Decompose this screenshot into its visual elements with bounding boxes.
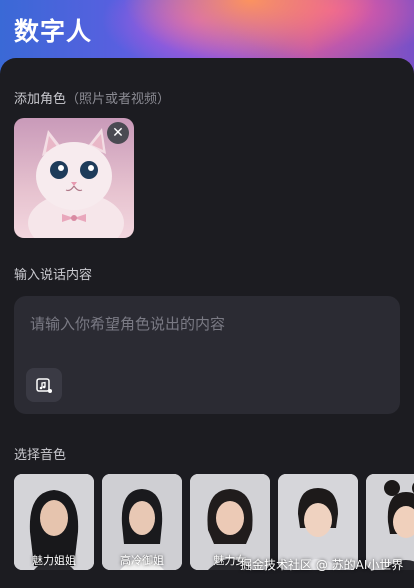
page-title: 数字人	[14, 17, 93, 46]
audio-upload-button[interactable]	[26, 368, 62, 402]
speech-input[interactable]	[28, 308, 382, 340]
add-role-title: 添加角色	[14, 92, 67, 107]
remove-role-button[interactable]: ✕	[107, 122, 129, 144]
add-role-hint: （照片或者视频）	[66, 92, 171, 107]
voice-option-name: 魅力姐姐	[32, 554, 76, 567]
voice-label: 选择音色	[14, 448, 67, 463]
speech-input-box[interactable]	[14, 296, 400, 414]
watermark: 掘金技术社区 @ 苏的AI小世界	[240, 558, 404, 572]
speech-label: 输入说话内容	[14, 268, 93, 283]
voice-option-name: 高冷御姐	[120, 554, 164, 567]
add-role-label: 添加角色（照片或者视频）	[14, 88, 170, 107]
close-icon: ✕	[112, 125, 124, 141]
audio-file-icon	[36, 378, 52, 393]
voice-option[interactable]: 高冷御姐	[102, 474, 182, 570]
voice-option[interactable]: 魅力姐姐	[14, 474, 94, 570]
